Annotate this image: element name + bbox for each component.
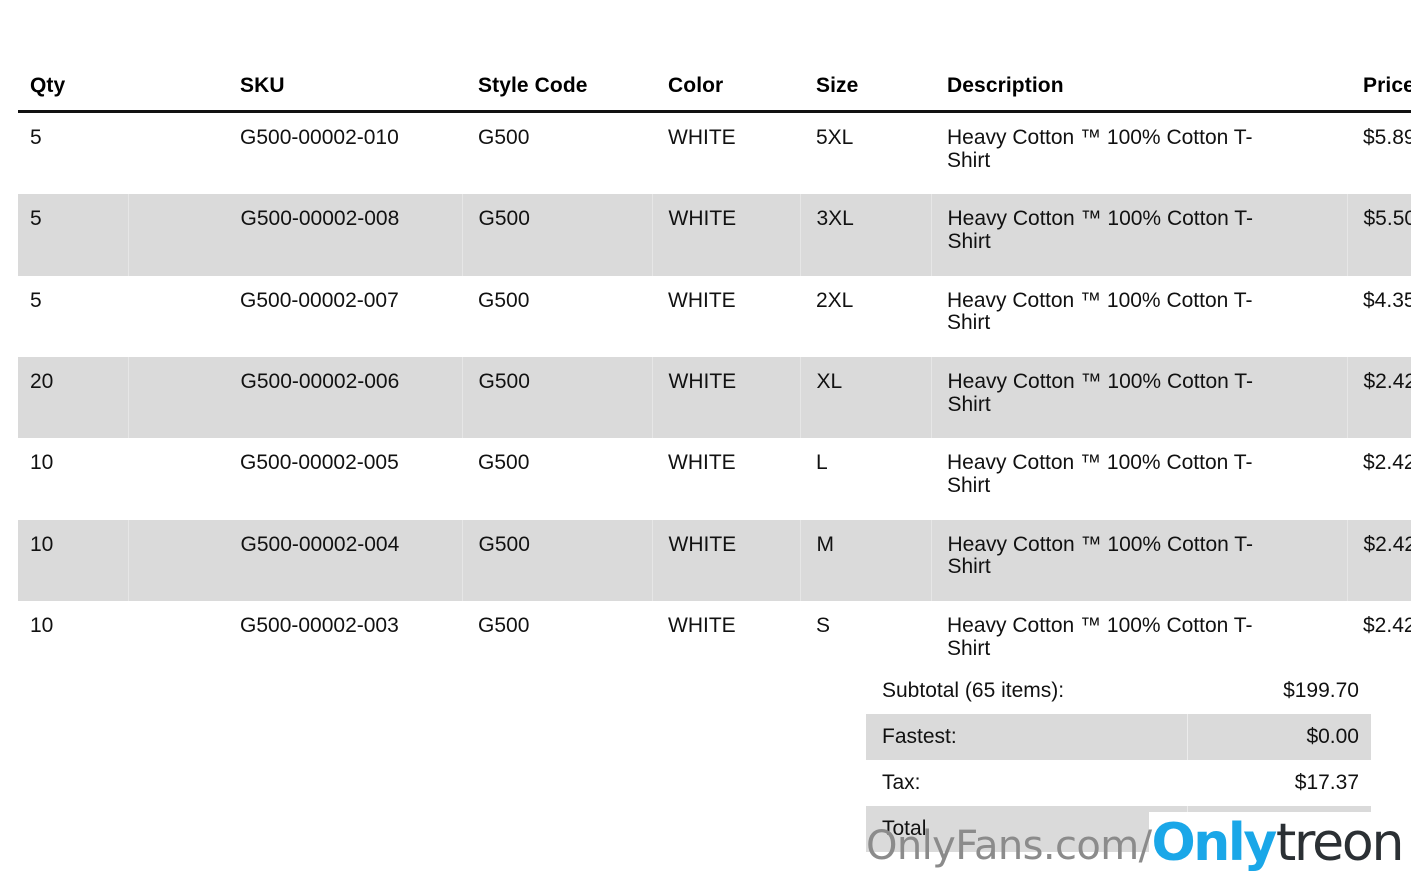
- description-text: Heavy Cotton ™ 100% Cotton T-Shirt: [947, 288, 1253, 335]
- totals-value-total: [1186, 806, 1371, 853]
- cell-style-code: G500: [461, 519, 652, 602]
- cell-color: WHITE: [651, 357, 800, 439]
- cell-style-code: G500: [461, 357, 652, 439]
- cell-price: $5.50: [1346, 194, 1411, 276]
- cell-description: Heavy Cotton ™ 100% Cotton T-Shirt: [930, 519, 1347, 602]
- totals-label-tax: Tax:: [882, 771, 921, 795]
- cell-sku: G500-00002-003: [240, 614, 399, 638]
- table-header-row: Qty SKU Style Code Color Size Descriptio…: [18, 74, 1411, 113]
- totals-label-subtotal: Subtotal (65 items):: [882, 679, 1065, 702]
- cell-qty: 5: [30, 288, 42, 312]
- column-header-sku: SKU: [128, 74, 462, 113]
- cell-color: WHITE: [668, 614, 736, 638]
- cell-qty: 5: [30, 126, 42, 149]
- cell-price: $2.42: [1363, 451, 1411, 475]
- cell-style-code: G500: [478, 288, 530, 312]
- cell-color: WHITE: [668, 288, 736, 312]
- cell-size: 2XL: [816, 288, 854, 312]
- cell-sku: G500-00002-006: [127, 357, 462, 439]
- line-items-table-container: Qty SKU Style Code Color Size Descriptio…: [18, 74, 1411, 682]
- table-row: 5 G500-00002-007 G500 WHITE 2XL Heavy Co…: [18, 276, 1411, 357]
- column-header-qty: Qty: [18, 74, 128, 113]
- cell-color: WHITE: [668, 126, 736, 149]
- cell-price: $5.89: [1363, 126, 1411, 149]
- column-header-price: Price: [1347, 74, 1411, 113]
- cell-sku: G500-00002-008: [127, 194, 462, 276]
- column-header-style-code: Style Code: [462, 74, 652, 113]
- table-row: 20 G500-00002-006 G500 WHITE XL Heavy Co…: [18, 357, 1411, 439]
- cell-style-code: G500: [478, 451, 530, 475]
- cell-size: XL: [799, 357, 931, 439]
- cell-color: WHITE: [651, 194, 800, 276]
- cell-description: Heavy Cotton ™ 100% Cotton T-Shirt: [930, 357, 1347, 439]
- totals-row-subtotal: Subtotal (65 items): $199.70: [866, 668, 1371, 714]
- cell-style-code: G500: [478, 126, 530, 149]
- totals-value-subtotal: $199.70: [1283, 679, 1359, 702]
- totals-label-shipping: Fastest:: [866, 714, 1187, 761]
- cell-style-code: G500: [478, 614, 530, 638]
- totals-row-tax: Tax: $17.37: [866, 760, 1371, 806]
- order-totals-body: Subtotal (65 items): $199.70 Fastest: $0…: [866, 668, 1371, 853]
- totals-label-total: Total: [866, 806, 1187, 853]
- table-row: 5 G500-00002-010 G500 WHITE 5XL Heavy Co…: [18, 112, 1411, 195]
- cell-sku: G500-00002-004: [127, 519, 462, 602]
- cell-color: WHITE: [668, 451, 736, 475]
- description-text: Heavy Cotton ™ 100% Cotton T-Shirt: [947, 126, 1253, 172]
- description-text: Heavy Cotton ™ 100% Cotton T-Shirt: [947, 614, 1253, 660]
- cell-description: Heavy Cotton ™ 100% Cotton T-Shirt: [931, 112, 1347, 195]
- order-totals-panel: Subtotal (65 items): $199.70 Fastest: $0…: [866, 668, 1371, 853]
- cell-description: Heavy Cotton ™ 100% Cotton T-Shirt: [931, 276, 1347, 357]
- column-header-size: Size: [800, 74, 931, 113]
- cell-price: $2.42: [1346, 357, 1411, 439]
- cell-qty: 10: [30, 614, 54, 638]
- description-text: Heavy Cotton ™ 100% Cotton T-Shirt: [947, 207, 1253, 254]
- cell-sku: G500-00002-010: [240, 126, 399, 149]
- cell-qty: 10: [18, 519, 128, 602]
- cell-sku: G500-00002-005: [240, 451, 399, 475]
- totals-row-total: Total: [866, 806, 1371, 853]
- cell-qty: 10: [30, 451, 54, 475]
- order-totals-table: Subtotal (65 items): $199.70 Fastest: $0…: [866, 668, 1371, 853]
- description-text: Heavy Cotton ™ 100% Cotton T-Shirt: [947, 532, 1253, 579]
- cell-price: $4.35: [1363, 288, 1411, 312]
- cell-style-code: G500: [461, 194, 652, 276]
- line-items-table-body: 5 G500-00002-010 G500 WHITE 5XL Heavy Co…: [18, 112, 1411, 683]
- description-text: Heavy Cotton ™ 100% Cotton T-Shirt: [947, 451, 1253, 498]
- cell-size: L: [816, 451, 828, 475]
- cell-size: M: [799, 519, 931, 602]
- table-row: 10 G500-00002-004 G500 WHITE M Heavy Cot…: [18, 519, 1411, 602]
- line-items-table-head: Qty SKU Style Code Color Size Descriptio…: [18, 74, 1411, 113]
- totals-row-shipping: Fastest: $0.00: [866, 714, 1371, 761]
- cell-description: Heavy Cotton ™ 100% Cotton T-Shirt: [931, 438, 1347, 519]
- column-header-description: Description: [931, 74, 1347, 113]
- table-row: 10 G500-00002-005 G500 WHITE L Heavy Cot…: [18, 438, 1411, 519]
- column-header-color: Color: [652, 74, 800, 113]
- line-items-table: Qty SKU Style Code Color Size Descriptio…: [18, 74, 1411, 682]
- cell-color: WHITE: [651, 519, 800, 602]
- cell-qty: 20: [18, 357, 128, 439]
- cell-sku: G500-00002-007: [240, 288, 399, 312]
- description-text: Heavy Cotton ™ 100% Cotton T-Shirt: [947, 370, 1253, 416]
- cell-description: Heavy Cotton ™ 100% Cotton T-Shirt: [930, 194, 1347, 276]
- table-row: 5 G500-00002-008 G500 WHITE 3XL Heavy Co…: [18, 194, 1411, 276]
- totals-value-shipping: $0.00: [1186, 714, 1371, 761]
- cell-size: 3XL: [799, 194, 931, 276]
- cell-price: $2.42: [1346, 519, 1411, 602]
- cell-qty: 5: [18, 194, 128, 276]
- totals-value-tax: $17.37: [1294, 771, 1359, 795]
- cell-size: 5XL: [816, 126, 854, 149]
